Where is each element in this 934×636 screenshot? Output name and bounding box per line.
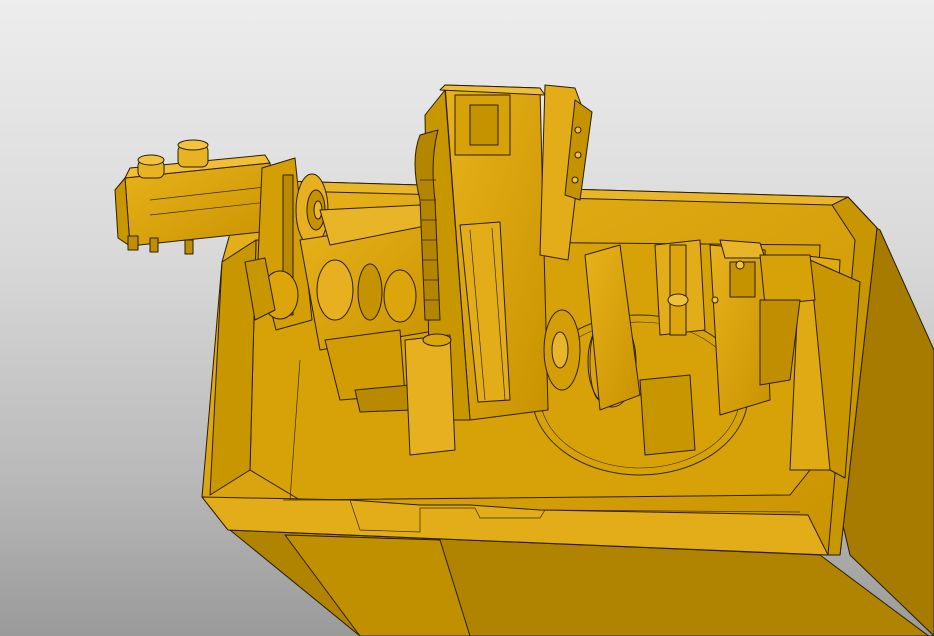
machine-assembly-model[interactable] (0, 0, 934, 636)
3d-cad-viewport[interactable] (0, 0, 934, 636)
